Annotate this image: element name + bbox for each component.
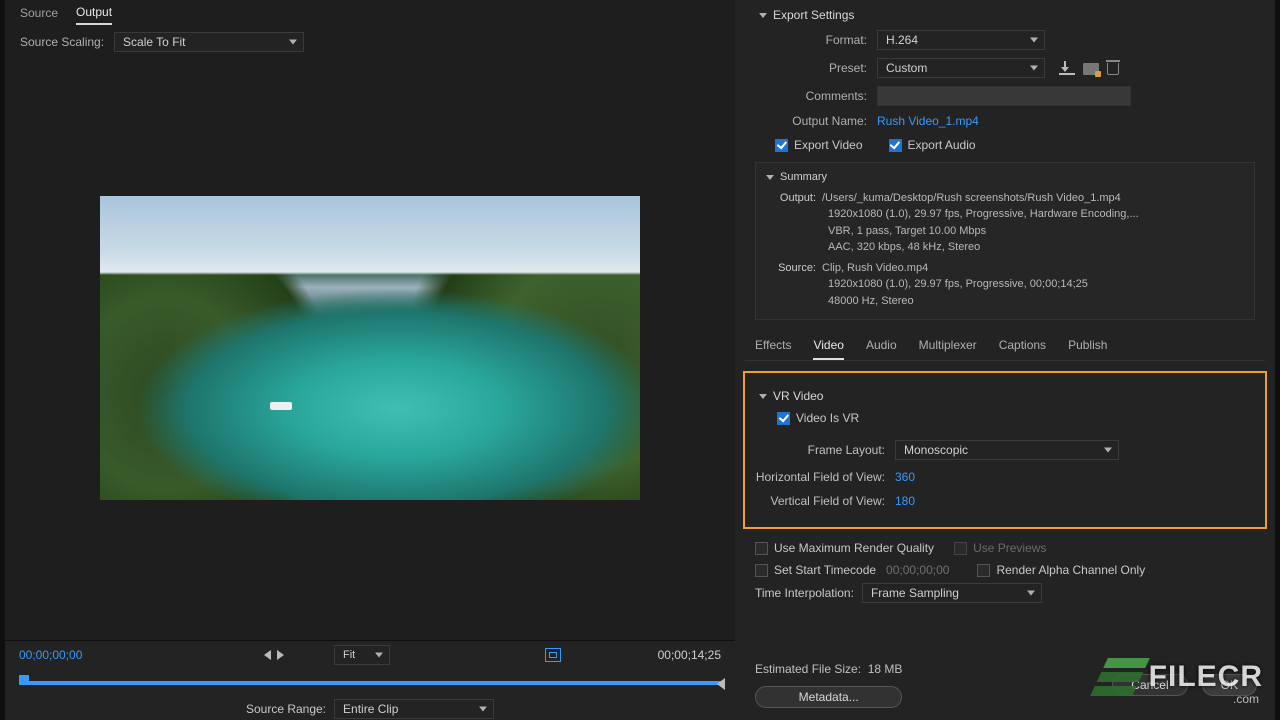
source-scaling-row: Source Scaling: Scale To Fit bbox=[5, 26, 735, 58]
tab-effects[interactable]: Effects bbox=[755, 338, 791, 360]
zoom-fit-dropdown[interactable]: Fit bbox=[334, 645, 390, 665]
settings-tabs: Effects Video Audio Multiplexer Captions… bbox=[745, 328, 1265, 361]
vr-video-section: VR Video Video Is VR Frame Layout: Monos… bbox=[743, 371, 1267, 529]
preview-control-bar: 00;00;00;00 Fit 00;00;14;25 Source Range… bbox=[5, 640, 735, 720]
frame-layout-label: Frame Layout: bbox=[755, 443, 895, 457]
source-range-label: Source Range: bbox=[246, 702, 326, 716]
vfov-value[interactable]: 180 bbox=[895, 494, 915, 508]
preview-area bbox=[5, 55, 735, 640]
time-interpolation-dropdown[interactable]: Frame Sampling bbox=[862, 583, 1042, 603]
max-render-quality-label: Use Maximum Render Quality bbox=[774, 541, 934, 555]
tab-multiplexer[interactable]: Multiplexer bbox=[919, 338, 977, 360]
tab-publish[interactable]: Publish bbox=[1068, 338, 1107, 360]
use-previews-label: Use Previews bbox=[973, 541, 1046, 555]
delete-preset-icon[interactable] bbox=[1107, 63, 1119, 75]
summary-box: Summary Output:/Users/_kuma/Desktop/Rush… bbox=[755, 162, 1255, 320]
safe-margins-icon[interactable] bbox=[545, 648, 561, 662]
comments-label: Comments: bbox=[765, 89, 877, 103]
summary-source-line1: Clip, Rush Video.mp4 bbox=[822, 262, 928, 274]
save-preset-icon[interactable] bbox=[1059, 61, 1075, 75]
render-alpha-checkbox[interactable] bbox=[977, 564, 990, 577]
set-start-timecode-checkbox[interactable] bbox=[755, 564, 768, 577]
video-is-vr-label: Video Is VR bbox=[796, 411, 859, 425]
render-options: Use Maximum Render Quality Use Previews … bbox=[735, 535, 1275, 579]
format-label: Format: bbox=[765, 33, 877, 47]
prev-frame-icon[interactable] bbox=[264, 650, 271, 660]
summary-output-line2: 1920x1080 (1.0), 29.97 fps, Progressive,… bbox=[766, 206, 1244, 223]
video-is-vr-checkbox[interactable] bbox=[777, 412, 790, 425]
timecode-end: 00;00;14;25 bbox=[631, 648, 721, 662]
ok-button[interactable]: OK bbox=[1202, 674, 1257, 696]
vr-video-title: VR Video bbox=[773, 389, 823, 403]
export-settings-title: Export Settings bbox=[773, 8, 854, 22]
time-interpolation-label: Time Interpolation: bbox=[755, 586, 854, 600]
chevron-down-icon[interactable] bbox=[759, 394, 767, 399]
estimated-file-size: Estimated File Size: 18 MB bbox=[755, 662, 902, 676]
timeline-end-marker[interactable] bbox=[717, 678, 725, 690]
footer-row: Estimated File Size: 18 MB Metadata... C… bbox=[735, 652, 1275, 720]
hfov-value[interactable]: 360 bbox=[895, 470, 915, 484]
cancel-button[interactable]: Cancel bbox=[1112, 674, 1187, 696]
preview-image[interactable] bbox=[100, 196, 640, 500]
summary-source-line2: 1920x1080 (1.0), 29.97 fps, Progressive,… bbox=[766, 276, 1244, 293]
vfov-label: Vertical Field of View: bbox=[755, 494, 895, 508]
export-settings-header[interactable]: Export Settings bbox=[735, 0, 1275, 26]
use-previews-checkbox bbox=[954, 542, 967, 555]
summary-output-label: Output: bbox=[766, 190, 822, 207]
preview-tabs: Source Output bbox=[5, 0, 735, 26]
tab-captions[interactable]: Captions bbox=[999, 338, 1046, 360]
format-dropdown[interactable]: H.264 bbox=[877, 30, 1045, 50]
source-scaling-dropdown[interactable]: Scale To Fit bbox=[114, 32, 304, 52]
set-start-timecode-label: Set Start Timecode bbox=[774, 563, 876, 577]
summary-title: Summary bbox=[780, 169, 827, 186]
chevron-down-icon[interactable] bbox=[759, 13, 767, 18]
preview-boat bbox=[270, 402, 292, 410]
timeline[interactable] bbox=[19, 675, 721, 691]
chevron-down-icon[interactable] bbox=[766, 175, 774, 180]
timeline-track bbox=[19, 681, 721, 685]
tab-video[interactable]: Video bbox=[813, 338, 843, 360]
export-video-checkbox[interactable] bbox=[775, 139, 788, 152]
max-render-quality-checkbox[interactable] bbox=[755, 542, 768, 555]
hfov-label: Horizontal Field of View: bbox=[755, 470, 895, 484]
preview-pane: Source Output Source Scaling: Scale To F… bbox=[0, 0, 735, 720]
start-timecode-value: 00;00;00;00 bbox=[886, 563, 949, 577]
export-audio-label: Export Audio bbox=[908, 138, 976, 152]
tab-source[interactable]: Source bbox=[20, 6, 58, 24]
next-frame-icon[interactable] bbox=[277, 650, 284, 660]
summary-source-line3: 48000 Hz, Stereo bbox=[766, 293, 1244, 310]
summary-source-label: Source: bbox=[766, 260, 822, 277]
source-scaling-label: Source Scaling: bbox=[20, 35, 104, 49]
export-video-label: Export Video bbox=[794, 138, 863, 152]
preset-dropdown[interactable]: Custom bbox=[877, 58, 1045, 78]
export-settings-pane: Export Settings Format: H.264 Preset: Cu… bbox=[735, 0, 1275, 720]
export-audio-checkbox[interactable] bbox=[889, 139, 902, 152]
summary-output-line3: VBR, 1 pass, Target 10.00 Mbps bbox=[766, 223, 1244, 240]
metadata-button[interactable]: Metadata... bbox=[755, 686, 902, 708]
comments-input[interactable] bbox=[877, 86, 1131, 106]
summary-output-line4: AAC, 320 kbps, 48 kHz, Stereo bbox=[766, 239, 1244, 256]
import-preset-icon[interactable] bbox=[1083, 63, 1099, 75]
frame-layout-dropdown[interactable]: Monoscopic bbox=[895, 440, 1119, 460]
preset-label: Preset: bbox=[765, 61, 877, 75]
source-range-dropdown[interactable]: Entire Clip bbox=[334, 699, 494, 719]
output-name-link[interactable]: Rush Video_1.mp4 bbox=[877, 114, 979, 128]
output-name-label: Output Name: bbox=[765, 114, 877, 128]
playhead[interactable] bbox=[19, 675, 29, 685]
tab-audio[interactable]: Audio bbox=[866, 338, 897, 360]
tab-output[interactable]: Output bbox=[76, 5, 112, 25]
timecode-start[interactable]: 00;00;00;00 bbox=[19, 648, 149, 662]
summary-output-path: /Users/_kuma/Desktop/Rush screenshots/Ru… bbox=[822, 192, 1121, 204]
render-alpha-label: Render Alpha Channel Only bbox=[996, 563, 1145, 577]
